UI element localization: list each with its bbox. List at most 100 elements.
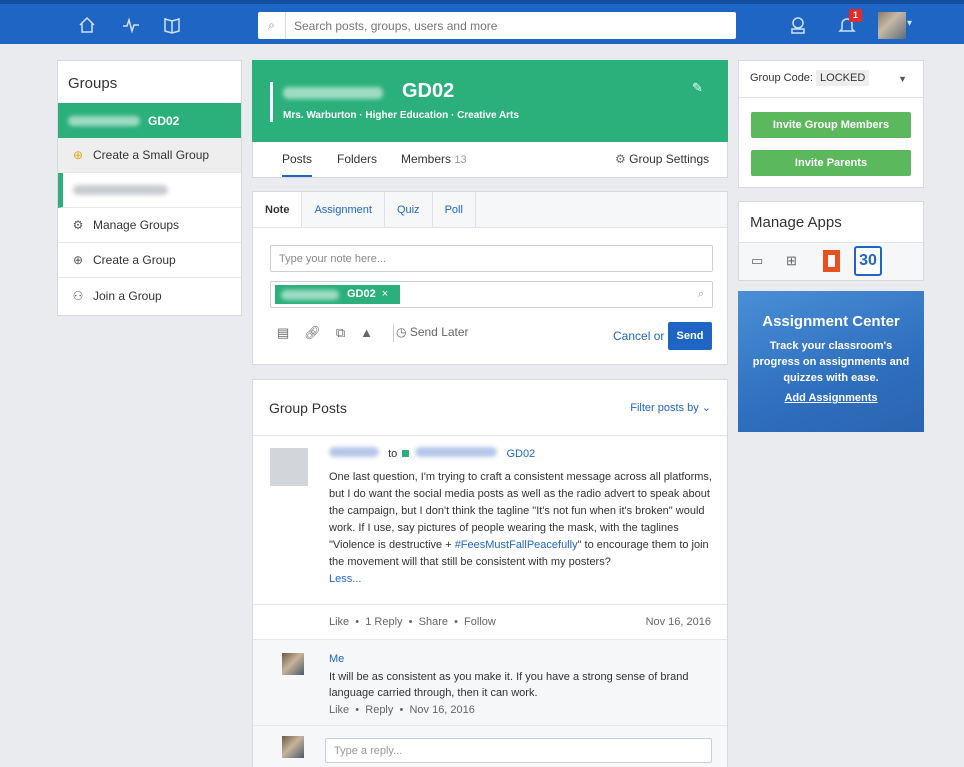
recipient-chip[interactable]: GD02 × bbox=[275, 285, 400, 304]
notification-badge: 1 bbox=[849, 9, 862, 22]
groups-panel: Groups GD02 ⊕ Create a Small Group ⚙ Man… bbox=[57, 60, 242, 316]
post-action-links[interactable]: Like • 1 Reply • Share • Follow bbox=[329, 616, 496, 628]
reply-compose-row: Type a reply... bbox=[253, 726, 727, 767]
assignment-center-title: Assignment Center bbox=[762, 313, 900, 330]
group-code-row: Group Code: LOCKED bbox=[750, 70, 870, 86]
post-author-avatar[interactable] bbox=[270, 448, 308, 486]
note-icon[interactable]: ▤ bbox=[277, 325, 289, 341]
send-later-button[interactable]: ◷ Send Later bbox=[396, 325, 469, 339]
members-count: 13 bbox=[454, 154, 467, 166]
join-group-item[interactable]: ⚇ Join a Group bbox=[58, 278, 241, 313]
group-code-panel: Group Code: LOCKED ▼ Invite Group Member… bbox=[738, 60, 924, 188]
remove-recipient-icon[interactable]: × bbox=[382, 288, 388, 300]
activity-icon[interactable] bbox=[120, 14, 142, 36]
add-assignments-link[interactable]: Add Assignments bbox=[784, 392, 877, 404]
assignment-center-text: Track your classroom's progress on assig… bbox=[752, 340, 910, 384]
send-button[interactable]: Send bbox=[668, 322, 712, 350]
create-group-item[interactable]: ⊕ Create a Group bbox=[58, 243, 241, 278]
tab-quiz[interactable]: Quiz bbox=[385, 192, 433, 227]
calendar-icon[interactable]: 30 bbox=[854, 246, 882, 276]
apps-row: ▭ ⊞ 30 bbox=[739, 242, 923, 280]
group-tabs: Posts Folders Members 13 ⚙ Group Setting… bbox=[252, 142, 728, 178]
groups-title: Groups bbox=[68, 75, 118, 92]
edit-pencil-icon[interactable]: ✎ bbox=[692, 80, 703, 96]
plus-circle-icon: ⊕ bbox=[72, 253, 84, 267]
join-group-label: Join a Group bbox=[93, 288, 162, 303]
recipient-chip-label: GD02 bbox=[347, 288, 376, 300]
tab-note[interactable]: Note bbox=[253, 192, 303, 227]
reply-author-avatar[interactable] bbox=[282, 653, 304, 675]
invite-parents-button[interactable]: Invite Parents bbox=[751, 150, 911, 176]
tab-posts[interactable]: Posts bbox=[282, 152, 313, 177]
tab-poll[interactable]: Poll bbox=[433, 192, 476, 227]
posts-title: Group Posts bbox=[269, 399, 347, 416]
create-small-group-item[interactable]: ⊕ Create a Small Group bbox=[58, 138, 241, 173]
post-composer: Note Assignment Quiz Poll Type your note… bbox=[252, 191, 728, 365]
clock-icon: ◷ bbox=[396, 325, 407, 339]
manage-apps-title: Manage Apps bbox=[750, 214, 842, 231]
create-small-group-label: Create a Small Group bbox=[93, 148, 210, 162]
reply-item: Me It will be as consistent as you make … bbox=[253, 640, 727, 726]
group-settings-link[interactable]: ⚙ Group Settings bbox=[615, 152, 709, 166]
search-icon: ⌕ bbox=[258, 12, 286, 39]
library-icon[interactable] bbox=[161, 14, 183, 36]
recipient-field[interactable]: GD02 × ⌕ bbox=[270, 281, 713, 308]
assignment-center-banner: Assignment Center Track your classroom's… bbox=[738, 291, 924, 432]
gear-icon: ⚙ bbox=[72, 218, 84, 232]
tool-separator bbox=[393, 324, 394, 342]
tab-members[interactable]: Members 13 bbox=[401, 152, 467, 166]
filter-posts-dropdown[interactable]: Filter posts by ⌄ bbox=[630, 401, 711, 414]
search-input[interactable] bbox=[286, 18, 716, 33]
header-accent-bar bbox=[270, 82, 273, 122]
reply-input[interactable]: Type a reply... bbox=[325, 738, 712, 763]
post-actions: Like • 1 Reply • Share • Follow Nov 16, … bbox=[253, 604, 727, 640]
top-navigation-bar: ⌕ 1 ▾ bbox=[0, 0, 964, 44]
link-icon[interactable]: 🔗︎ bbox=[304, 325, 321, 341]
group-header: GD02 Mrs. Warburton · Higher Education ·… bbox=[252, 60, 728, 142]
create-group-label: Create a Group bbox=[93, 253, 176, 267]
note-input[interactable]: Type your note here... bbox=[270, 245, 713, 272]
blurred-group-name bbox=[283, 87, 383, 99]
tab-folders[interactable]: Folders bbox=[337, 152, 377, 166]
group-subtitle: Mrs. Warburton · Higher Education · Crea… bbox=[283, 110, 519, 121]
home-icon[interactable] bbox=[76, 14, 98, 36]
group-color-dot bbox=[402, 450, 410, 457]
post-group-link[interactable]: GD02 bbox=[506, 448, 535, 460]
post-meta: to GD02 bbox=[329, 447, 535, 460]
gear-icon: ⚙ bbox=[615, 152, 626, 166]
search-bar[interactable]: ⌕ bbox=[258, 12, 736, 39]
current-user-avatar bbox=[282, 736, 304, 758]
google-drive-icon[interactable]: ▲ bbox=[360, 325, 373, 341]
user-avatar[interactable] bbox=[878, 12, 906, 39]
manage-groups-label: Manage Groups bbox=[93, 218, 180, 232]
hashtag-link[interactable]: #FeesMustFallPeacefully bbox=[455, 539, 578, 551]
library-icon[interactable]: ⧉ bbox=[336, 325, 345, 341]
send-later-label: Send Later bbox=[409, 325, 469, 339]
group-item-active[interactable]: GD02 bbox=[58, 103, 241, 138]
less-link[interactable]: Less... bbox=[329, 573, 361, 585]
plus-circle-icon: ⊕ bbox=[72, 148, 84, 162]
cancel-link[interactable]: Cancel or bbox=[613, 329, 664, 343]
posts-header: Group Posts Filter posts by ⌄ bbox=[253, 380, 727, 436]
invite-group-members-button[interactable]: Invite Group Members bbox=[751, 112, 911, 138]
composer-tools: ▤ 🔗︎ ⧉ ▲ bbox=[277, 325, 373, 341]
chevron-down-icon[interactable]: ▾ bbox=[907, 18, 912, 29]
group-item-small[interactable] bbox=[58, 173, 241, 208]
backpack-icon[interactable] bbox=[787, 14, 809, 36]
post-body: One last question, I'm trying to craft a… bbox=[329, 469, 715, 588]
reply-text: It will be as consistent as you make it.… bbox=[329, 671, 689, 699]
manage-groups-item[interactable]: ⚙ Manage Groups bbox=[58, 208, 241, 243]
tab-assignment[interactable]: Assignment bbox=[302, 192, 385, 227]
chevron-down-icon[interactable]: ▼ bbox=[898, 74, 907, 84]
group-code-value: LOCKED bbox=[816, 70, 870, 86]
store-icon[interactable]: ▭ bbox=[751, 253, 763, 269]
divider bbox=[739, 97, 923, 98]
group-code-label: Group Code: bbox=[750, 72, 813, 84]
reply-author-name[interactable]: Me bbox=[329, 653, 344, 665]
reply-meta[interactable]: Like • Reply • Nov 16, 2016 bbox=[329, 704, 475, 716]
grid-icon[interactable]: ⊞ bbox=[786, 253, 797, 269]
filter-label: Filter posts by bbox=[630, 402, 699, 414]
people-icon: ⚇ bbox=[72, 288, 84, 303]
group-posts-panel: Group Posts Filter posts by ⌄ to GD02 On… bbox=[252, 379, 728, 767]
office-icon[interactable] bbox=[823, 250, 840, 272]
